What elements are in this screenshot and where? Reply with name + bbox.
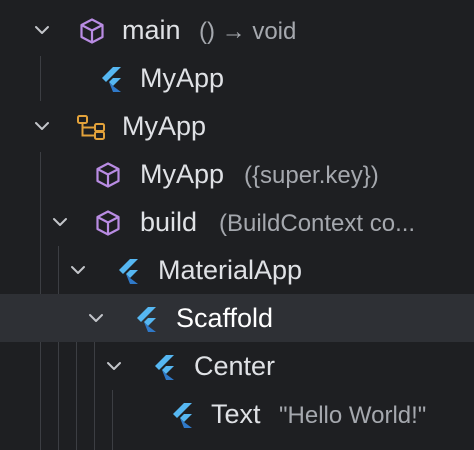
- tree-row-label: Center: [194, 351, 276, 381]
- tree-row-label: build: [140, 207, 198, 237]
- outline-tree: main () → void MyApp MyApp MyApp ({super…: [0, 0, 474, 450]
- tree-row-label: MyApp: [140, 63, 225, 93]
- tree-row-myapp-constructor[interactable]: MyApp ({super.key}): [0, 150, 474, 198]
- tree-row-label: MaterialApp: [158, 255, 303, 285]
- tree-row-build[interactable]: build (BuildContext co...: [0, 198, 474, 246]
- tree-row-main[interactable]: main () → void: [0, 6, 474, 54]
- chevron-down-icon[interactable]: [34, 118, 50, 134]
- method-cube-icon: [94, 209, 122, 237]
- tree-row-detail: ({super.key}): [244, 162, 379, 189]
- chevron-down-icon[interactable]: [52, 214, 68, 230]
- tree-row-label: Text: [211, 399, 261, 429]
- tree-row-label: MyApp: [140, 159, 225, 189]
- method-cube-icon: [78, 17, 106, 45]
- flutter-widget-icon: [114, 257, 142, 285]
- tree-row-label: Scaffold: [176, 303, 274, 333]
- tree-row-detail: "Hello World!": [279, 402, 427, 429]
- method-cube-icon: [94, 161, 122, 189]
- tree-row-detail: () → void: [199, 18, 297, 45]
- tree-row-scaffold[interactable]: Scaffold: [0, 294, 474, 342]
- tree-row-center[interactable]: Center: [0, 342, 474, 390]
- chevron-down-icon[interactable]: [106, 358, 122, 374]
- tree-row-materialapp[interactable]: MaterialApp: [0, 246, 474, 294]
- tree-row-myapp-class[interactable]: MyApp: [0, 102, 474, 150]
- chevron-down-icon[interactable]: [88, 310, 104, 326]
- tree-row-label: MyApp: [122, 111, 207, 141]
- class-hierarchy-icon: [76, 113, 108, 141]
- flutter-widget-icon: [132, 305, 160, 333]
- flutter-widget-icon: [97, 65, 125, 93]
- tree-row-label: main: [122, 15, 181, 45]
- tree-row-detail: (BuildContext co...: [219, 210, 416, 237]
- flutter-widget-icon: [150, 353, 178, 381]
- flutter-widget-icon: [168, 401, 196, 429]
- chevron-down-icon[interactable]: [70, 262, 86, 278]
- chevron-down-icon[interactable]: [34, 22, 50, 38]
- tree-row-text[interactable]: Text "Hello World!": [0, 390, 474, 438]
- tree-row-myapp-widget[interactable]: MyApp: [0, 54, 474, 102]
